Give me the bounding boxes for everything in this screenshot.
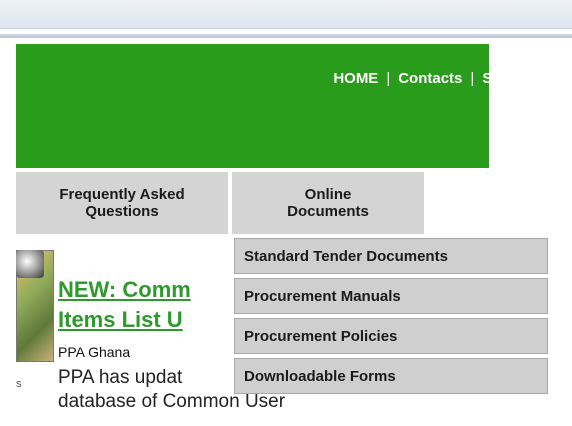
nav-contacts-link[interactable]: Contacts (398, 70, 462, 87)
tab-online-label-line1: Online (304, 186, 352, 203)
news-headline-line1: NEW: Comm (58, 277, 191, 302)
site-header-banner (16, 44, 489, 168)
nav-home-link[interactable]: HOME (333, 70, 378, 87)
dropdown-item-standard-tender-documents[interactable]: Standard Tender Documents (234, 238, 548, 274)
tab-faq-label-line1: Frequently Asked (59, 186, 185, 203)
tab-online-label-line2: Documents (287, 203, 369, 220)
bullet-fragment: s (16, 378, 22, 390)
news-thumbnail-icon (16, 250, 44, 278)
browser-top-bar (0, 0, 572, 29)
top-navigation: HOME | Contacts | Site Map (333, 68, 544, 88)
news-source: PPA Ghana (58, 344, 131, 360)
nav-separator: | (386, 69, 391, 87)
dropdown-item-procurement-manuals[interactable]: Procurement Manuals (234, 278, 548, 314)
tab-faq-label-line2: Questions (85, 203, 159, 220)
nav-sitemap-link[interactable]: Site Map (482, 70, 544, 87)
tab-online-documents[interactable]: Online Documents (232, 172, 424, 234)
dropdown-item-downloadable-forms[interactable]: Downloadable Forms (234, 358, 548, 394)
news-headline-line2: Items List U (58, 307, 183, 332)
dropdown-item-procurement-policies[interactable]: Procurement Policies (234, 318, 548, 354)
tab-faq[interactable]: Frequently Asked Questions (16, 172, 228, 234)
online-documents-dropdown: Standard Tender Documents Procurement Ma… (234, 238, 548, 398)
header-divider (0, 34, 572, 38)
nav-separator: | (470, 69, 475, 87)
news-headline-link[interactable]: NEW: Comm Items List U (58, 275, 234, 335)
